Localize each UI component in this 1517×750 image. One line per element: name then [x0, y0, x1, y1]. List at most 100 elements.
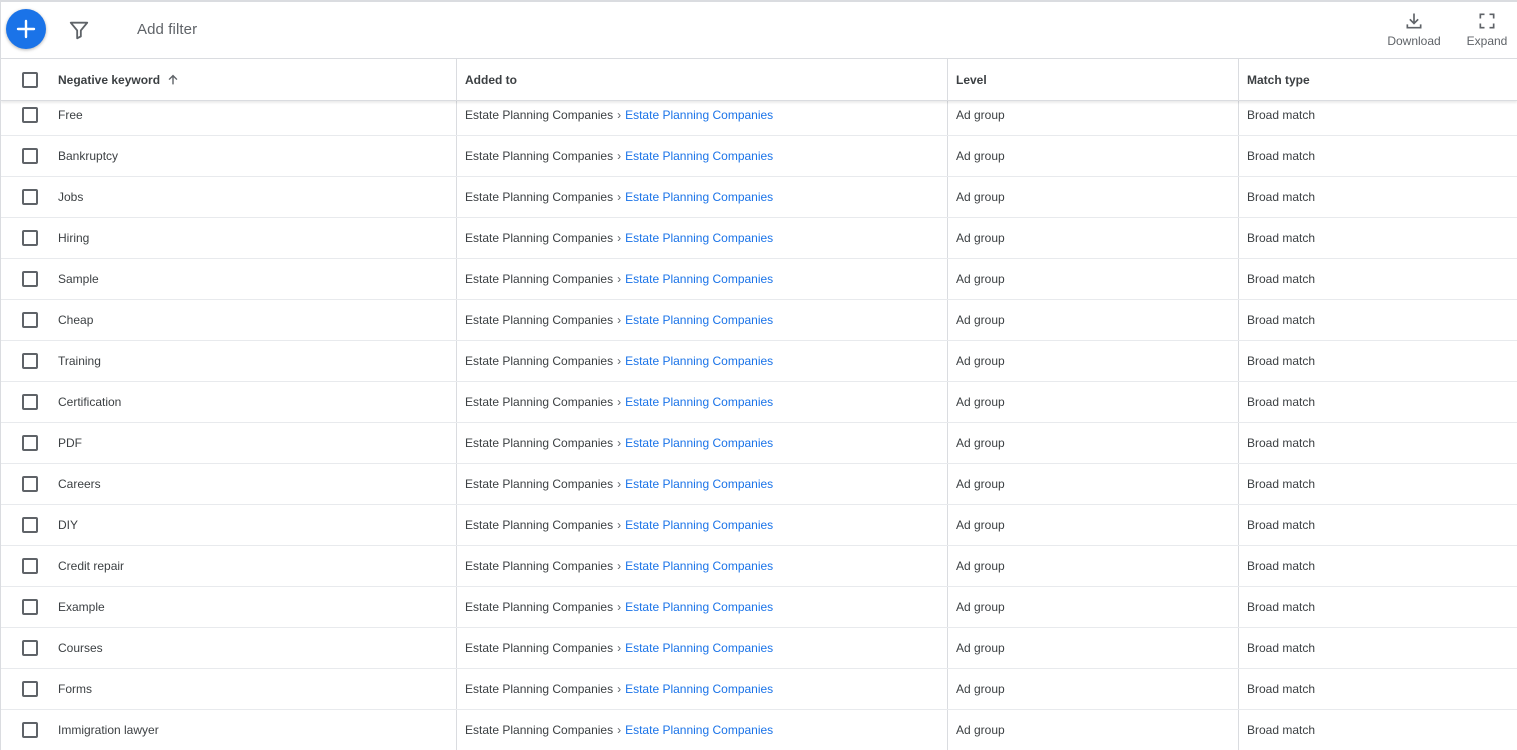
level-cell: Ad group: [956, 436, 1005, 450]
column-divider: [1238, 669, 1239, 709]
breadcrumb-separator: ›: [617, 313, 622, 327]
keyword-cell: Immigration lawyer: [58, 723, 159, 737]
added-to-cell: Estate Planning Companies › Estate Plann…: [465, 710, 773, 750]
added-to-cell: Estate Planning Companies › Estate Plann…: [465, 546, 773, 586]
row-checkbox[interactable]: [22, 353, 38, 369]
match-type-cell: Broad match: [1247, 272, 1316, 286]
ad-group-link[interactable]: Estate Planning Companies: [625, 272, 773, 286]
match-type-cell: Broad match: [1247, 559, 1316, 573]
row-checkbox[interactable]: [22, 517, 38, 533]
match-type-cell: Broad match: [1247, 149, 1316, 163]
column-divider: [1238, 505, 1239, 545]
row-checkbox[interactable]: [22, 230, 38, 246]
column-divider: [456, 382, 457, 422]
ad-group-link[interactable]: Estate Planning Companies: [625, 559, 773, 573]
keyword-cell: Cheap: [58, 313, 94, 327]
row-checkbox[interactable]: [22, 189, 38, 205]
column-divider: [1238, 259, 1239, 299]
campaign-name: Estate Planning Companies: [465, 149, 614, 163]
added-to-cell: Estate Planning Companies › Estate Plann…: [465, 505, 773, 545]
column-divider: [1238, 177, 1239, 217]
campaign-name: Estate Planning Companies: [465, 436, 614, 450]
row-checkbox[interactable]: [22, 107, 38, 123]
column-divider: [947, 382, 948, 422]
download-button[interactable]: Download: [1385, 11, 1443, 48]
column-divider: [947, 423, 948, 463]
match-type-cell: Broad match: [1247, 518, 1316, 532]
column-divider: [947, 628, 948, 668]
column-divider: [947, 259, 948, 299]
row-checkbox[interactable]: [22, 681, 38, 697]
row-checkbox[interactable]: [22, 476, 38, 492]
expand-icon: [1479, 13, 1495, 29]
match-type-cell: Broad match: [1247, 354, 1316, 368]
table-row: Courses Estate Planning Companies › Esta…: [1, 628, 1517, 669]
column-divider: [456, 59, 457, 100]
ad-group-link[interactable]: Estate Planning Companies: [625, 108, 773, 122]
breadcrumb-separator: ›: [617, 272, 622, 286]
add-filter-button[interactable]: Add filter: [137, 21, 197, 38]
ad-group-link[interactable]: Estate Planning Companies: [625, 395, 773, 409]
add-negative-keyword-button[interactable]: [6, 9, 46, 49]
column-divider: [1238, 136, 1239, 176]
select-all-checkbox[interactable]: [22, 72, 38, 88]
row-checkbox[interactable]: [22, 148, 38, 164]
ad-group-link[interactable]: Estate Planning Companies: [625, 641, 773, 655]
column-divider: [1238, 300, 1239, 340]
ad-group-link[interactable]: Estate Planning Companies: [625, 682, 773, 696]
ad-group-link[interactable]: Estate Planning Companies: [625, 313, 773, 327]
filter-icon[interactable]: [68, 19, 90, 41]
ad-group-link[interactable]: Estate Planning Companies: [625, 723, 773, 737]
table-row: Sample Estate Planning Companies › Estat…: [1, 259, 1517, 300]
row-checkbox[interactable]: [22, 271, 38, 287]
column-divider: [456, 136, 457, 176]
column-divider: [947, 136, 948, 176]
column-divider: [1238, 464, 1239, 504]
ad-group-link[interactable]: Estate Planning Companies: [625, 190, 773, 204]
ad-group-link[interactable]: Estate Planning Companies: [625, 354, 773, 368]
column-header-match-type[interactable]: Match type: [1247, 59, 1310, 101]
column-divider: [456, 423, 457, 463]
row-checkbox[interactable]: [22, 435, 38, 451]
ad-group-link[interactable]: Estate Planning Companies: [625, 149, 773, 163]
expand-button[interactable]: Expand: [1462, 11, 1512, 48]
table-row: Example Estate Planning Companies › Esta…: [1, 587, 1517, 628]
ad-group-link[interactable]: Estate Planning Companies: [625, 518, 773, 532]
column-divider: [456, 669, 457, 709]
level-cell: Ad group: [956, 108, 1005, 122]
column-divider: [947, 59, 948, 100]
column-divider: [1238, 546, 1239, 586]
ad-group-link[interactable]: Estate Planning Companies: [625, 477, 773, 491]
column-divider: [456, 505, 457, 545]
row-checkbox[interactable]: [22, 722, 38, 738]
added-to-cell: Estate Planning Companies › Estate Plann…: [465, 341, 773, 381]
level-cell: Ad group: [956, 190, 1005, 204]
column-header-negative-keyword[interactable]: Negative keyword: [58, 59, 180, 101]
breadcrumb-separator: ›: [617, 354, 622, 368]
campaign-name: Estate Planning Companies: [465, 723, 614, 737]
column-header-added-to[interactable]: Added to: [465, 59, 517, 101]
keyword-cell: Certification: [58, 395, 122, 409]
campaign-name: Estate Planning Companies: [465, 682, 614, 696]
row-checkbox[interactable]: [22, 394, 38, 410]
row-checkbox[interactable]: [22, 599, 38, 615]
row-checkbox[interactable]: [22, 640, 38, 656]
ad-group-link[interactable]: Estate Planning Companies: [625, 600, 773, 614]
campaign-name: Estate Planning Companies: [465, 354, 614, 368]
column-divider: [947, 95, 948, 135]
row-checkbox[interactable]: [22, 312, 38, 328]
breadcrumb-separator: ›: [617, 600, 622, 614]
row-checkbox[interactable]: [22, 558, 38, 574]
table-row: Bankruptcy Estate Planning Companies › E…: [1, 136, 1517, 177]
column-divider: [456, 218, 457, 258]
campaign-name: Estate Planning Companies: [465, 477, 614, 491]
breadcrumb-separator: ›: [617, 559, 622, 573]
ad-group-link[interactable]: Estate Planning Companies: [625, 231, 773, 245]
table-row: Forms Estate Planning Companies › Estate…: [1, 669, 1517, 710]
column-divider: [1238, 341, 1239, 381]
table-row: DIY Estate Planning Companies › Estate P…: [1, 505, 1517, 546]
column-header-level[interactable]: Level: [956, 59, 987, 101]
breadcrumb-separator: ›: [617, 231, 622, 245]
added-to-cell: Estate Planning Companies › Estate Plann…: [465, 464, 773, 504]
ad-group-link[interactable]: Estate Planning Companies: [625, 436, 773, 450]
